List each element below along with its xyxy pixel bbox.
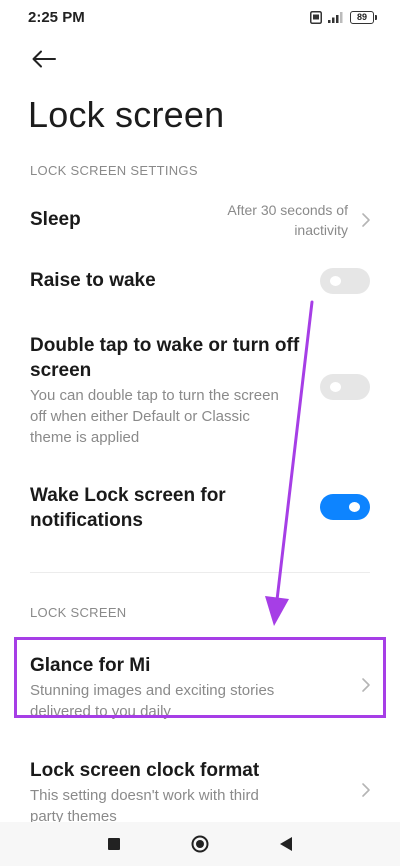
navigation-bar bbox=[0, 822, 400, 866]
setting-double-tap-desc-line2: off when either Default or Classic bbox=[30, 408, 250, 425]
battery-icon: 89 bbox=[350, 10, 377, 24]
toggle-knob bbox=[349, 502, 360, 512]
sim-icon bbox=[310, 10, 322, 24]
arrow-left-icon bbox=[32, 50, 56, 68]
setting-double-tap[interactable]: Double tap to wake or turn off screen Yo… bbox=[0, 333, 400, 448]
highlight-box bbox=[14, 637, 386, 718]
setting-double-tap-desc: You can double tap to turn the screen of… bbox=[30, 385, 370, 448]
setting-sleep-value: After 30 seconds of inactivity bbox=[188, 200, 348, 240]
setting-double-tap-title-line2: screen bbox=[30, 360, 92, 381]
setting-raise-to-wake[interactable]: Raise to wake bbox=[0, 268, 400, 298]
status-icons: 89 bbox=[310, 10, 377, 24]
section-header-lock-screen: LOCK SCREEN bbox=[30, 605, 127, 620]
chevron-right-icon bbox=[362, 213, 370, 227]
signal-icon bbox=[328, 12, 343, 23]
setting-wake-lock-title-line1: Wake Lock screen for bbox=[30, 485, 226, 506]
setting-clock-format[interactable]: Lock screen clock format This setting do… bbox=[0, 758, 400, 825]
battery-level: 89 bbox=[356, 12, 367, 22]
setting-double-tap-desc-line3: theme is applied bbox=[30, 429, 140, 446]
setting-clock-format-desc-line1: This setting doesn't work with third bbox=[30, 787, 259, 804]
toggle-knob bbox=[330, 382, 341, 392]
square-icon bbox=[108, 838, 120, 850]
back-button[interactable] bbox=[24, 44, 64, 74]
setting-wake-lock-title-line2: notifications bbox=[30, 510, 143, 531]
double-tap-toggle[interactable] bbox=[320, 374, 370, 400]
wake-lock-notifications-toggle[interactable] bbox=[320, 494, 370, 520]
setting-double-tap-desc-line1: You can double tap to turn the screen bbox=[30, 387, 279, 404]
setting-wake-lock-notifications-title: Wake Lock screen for notifications bbox=[30, 483, 370, 533]
toggle-knob bbox=[330, 276, 341, 286]
setting-clock-format-desc: This setting doesn't work with third par… bbox=[30, 785, 370, 827]
nav-back-button[interactable] bbox=[276, 834, 296, 854]
nav-recents-button[interactable] bbox=[104, 834, 124, 854]
section-header-lock-screen-settings: LOCK SCREEN SETTINGS bbox=[30, 163, 198, 178]
triangle-back-icon bbox=[279, 837, 292, 851]
setting-clock-format-title: Lock screen clock format bbox=[30, 760, 260, 781]
page-title: Lock screen bbox=[28, 94, 225, 135]
lock-screen-settings-page: 2:25 PM 89 Lock screen LOCK SCREEN SETTI… bbox=[0, 0, 400, 866]
raise-to-wake-toggle[interactable] bbox=[320, 268, 370, 294]
status-time: 2:25 PM bbox=[28, 8, 85, 26]
status-bar: 2:25 PM 89 bbox=[0, 0, 400, 34]
setting-sleep-value-line2: inactivity bbox=[294, 222, 348, 238]
nav-home-button[interactable] bbox=[190, 834, 210, 854]
setting-sleep[interactable]: Sleep After 30 seconds of inactivity bbox=[0, 200, 400, 250]
setting-double-tap-title-line1: Double tap to wake or turn off bbox=[30, 335, 300, 356]
setting-sleep-value-line1: After 30 seconds of bbox=[227, 202, 348, 218]
chevron-right-icon bbox=[362, 783, 370, 797]
setting-wake-lock-notifications[interactable]: Wake Lock screen for notifications bbox=[0, 483, 400, 535]
setting-double-tap-title: Double tap to wake or turn off screen bbox=[30, 333, 370, 383]
divider bbox=[30, 572, 370, 573]
setting-raise-to-wake-title: Raise to wake bbox=[30, 270, 156, 291]
circle-icon bbox=[191, 835, 209, 853]
